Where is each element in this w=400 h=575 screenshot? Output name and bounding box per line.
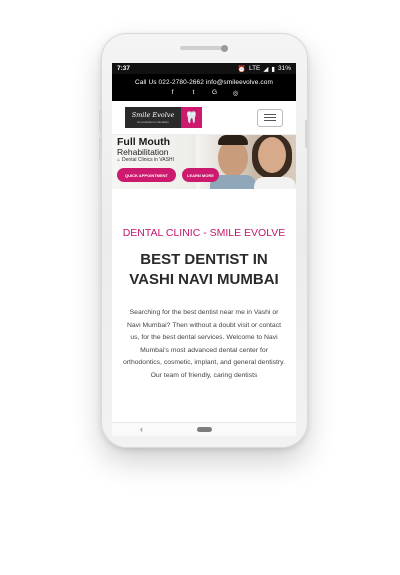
instagram-icon[interactable]: ◎	[232, 89, 240, 97]
status-time: 7:37	[117, 65, 131, 72]
contact-bar: Call Us 022-2780-2662 info@smileevolve.c…	[112, 74, 296, 101]
main-content: DENTAL CLINIC - SMILE EVOLVE BEST DENTIS…	[112, 227, 296, 382]
logo-tagline: An evolution in dentistry	[137, 120, 169, 124]
back-icon[interactable]: ‹	[140, 423, 143, 435]
battery-level: 31%	[277, 65, 291, 72]
phone-screen: 7:37 ⏰ LTE ◢ ▮ 31% Call Us 022-2780-2662…	[112, 63, 296, 436]
power-button	[305, 120, 308, 148]
android-nav-bar: ‹	[112, 422, 296, 436]
page-title: BEST DENTIST IN VASHI NAVI MUMBAI	[129, 251, 279, 288]
banner-subtitle: Rehabilitation	[117, 147, 169, 157]
banner-note: ⌂ Dental Clinics in VASHI	[117, 157, 174, 163]
banner-note-text: Dental Clinics in VASHI	[122, 157, 174, 163]
volume-button	[99, 138, 102, 160]
intro-paragraph: Searching for the best dentist near me i…	[123, 309, 285, 379]
twitter-icon[interactable]: t	[190, 89, 198, 97]
quick-appointment-button[interactable]: QUICK APPOINTMENT	[117, 168, 176, 182]
logo-wordmark: Smile Evolve An evolution in dentistry	[125, 107, 181, 128]
tooth-icon: ⌂	[117, 157, 121, 163]
home-pill-icon[interactable]	[197, 427, 212, 432]
signal-icon: ◢	[263, 65, 269, 73]
contact-info[interactable]: Call Us 022-2780-2662 info@smileevolve.c…	[135, 79, 273, 86]
alarm-icon: ⏰	[237, 65, 246, 73]
site-header: Smile Evolve An evolution in dentistry 🦷	[112, 101, 296, 135]
social-links: f t G ◎	[169, 89, 240, 97]
google-icon[interactable]: G	[211, 89, 219, 97]
hero-banner: Full Mouth Rehabilitation ⌂ Dental Clini…	[112, 135, 296, 189]
logo-name: Smile Evolve	[131, 111, 175, 119]
facebook-icon[interactable]: f	[169, 89, 177, 97]
network-label: LTE	[248, 65, 261, 72]
volume-button	[99, 110, 102, 132]
section-subtitle: DENTAL CLINIC - SMILE EVOLVE	[122, 227, 286, 239]
status-indicators: ⏰ LTE ◢ ▮ 31%	[238, 65, 291, 73]
hamburger-menu-icon[interactable]	[257, 108, 283, 127]
tooth-icon: 🦷	[181, 107, 202, 128]
battery-icon: ▮	[271, 65, 275, 73]
site-logo[interactable]: Smile Evolve An evolution in dentistry 🦷	[125, 107, 202, 128]
learn-more-button[interactable]: LEARN MORE	[182, 168, 219, 182]
status-bar: 7:37 ⏰ LTE ◢ ▮ 31%	[112, 63, 296, 74]
front-camera	[221, 45, 228, 52]
